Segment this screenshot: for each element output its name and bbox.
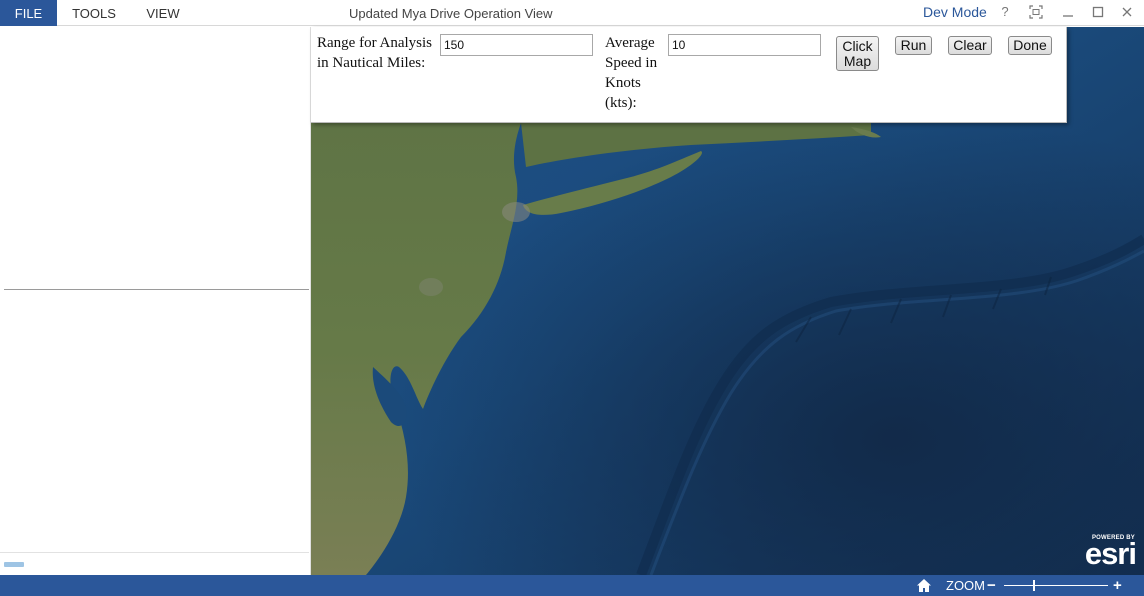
operation-view-app: FILE TOOLS VIEW Updated Mya Drive Operat… — [0, 0, 1144, 596]
minimize-icon[interactable] — [1059, 3, 1077, 21]
fullscreen-icon[interactable] — [1027, 3, 1045, 21]
left-panel — [0, 27, 311, 575]
drive-analysis-widget: Range for Analysis in Nautical Miles: Av… — [311, 27, 1067, 123]
dev-mode-link[interactable]: Dev Mode — [923, 0, 987, 24]
range-input[interactable] — [440, 34, 593, 56]
click-map-button[interactable]: Click Map — [836, 36, 879, 71]
panel-splitter[interactable] — [4, 289, 309, 290]
zoom-slider[interactable] — [1004, 585, 1108, 586]
zoom-in-button[interactable]: + — [1113, 575, 1122, 596]
zoom-slider-thumb[interactable] — [1033, 580, 1035, 591]
maximize-icon[interactable] — [1089, 3, 1107, 21]
esri-wordmark: esri — [1084, 536, 1137, 571]
panel-divider — [0, 552, 309, 553]
window-title: Updated Mya Drive Operation View — [349, 6, 553, 21]
run-button[interactable]: Run — [895, 36, 932, 55]
close-icon[interactable] — [1118, 3, 1136, 21]
status-bar: ZOOM − + — [0, 575, 1144, 596]
speed-input[interactable] — [668, 34, 821, 56]
home-icon[interactable] — [916, 578, 932, 593]
zoom-out-button[interactable]: − — [987, 575, 996, 596]
clear-button[interactable]: Clear — [948, 36, 992, 55]
range-label: Range for Analysis in Nautical Miles: — [317, 35, 432, 71]
esri-logo: POWERED BY esri — [1076, 535, 1138, 571]
done-button[interactable]: Done — [1008, 36, 1052, 55]
panel-scroll-indicator[interactable] — [4, 562, 24, 567]
menu-view[interactable]: VIEW — [140, 0, 186, 26]
title-bar: FILE TOOLS VIEW Updated Mya Drive Operat… — [0, 0, 1144, 26]
help-icon[interactable]: ? — [996, 3, 1014, 21]
zoom-label: ZOOM — [946, 578, 985, 593]
speed-label: Average Speed in Knots (kts): — [605, 35, 658, 111]
menu-file[interactable]: FILE — [0, 0, 57, 26]
menu-tools[interactable]: TOOLS — [66, 0, 122, 26]
